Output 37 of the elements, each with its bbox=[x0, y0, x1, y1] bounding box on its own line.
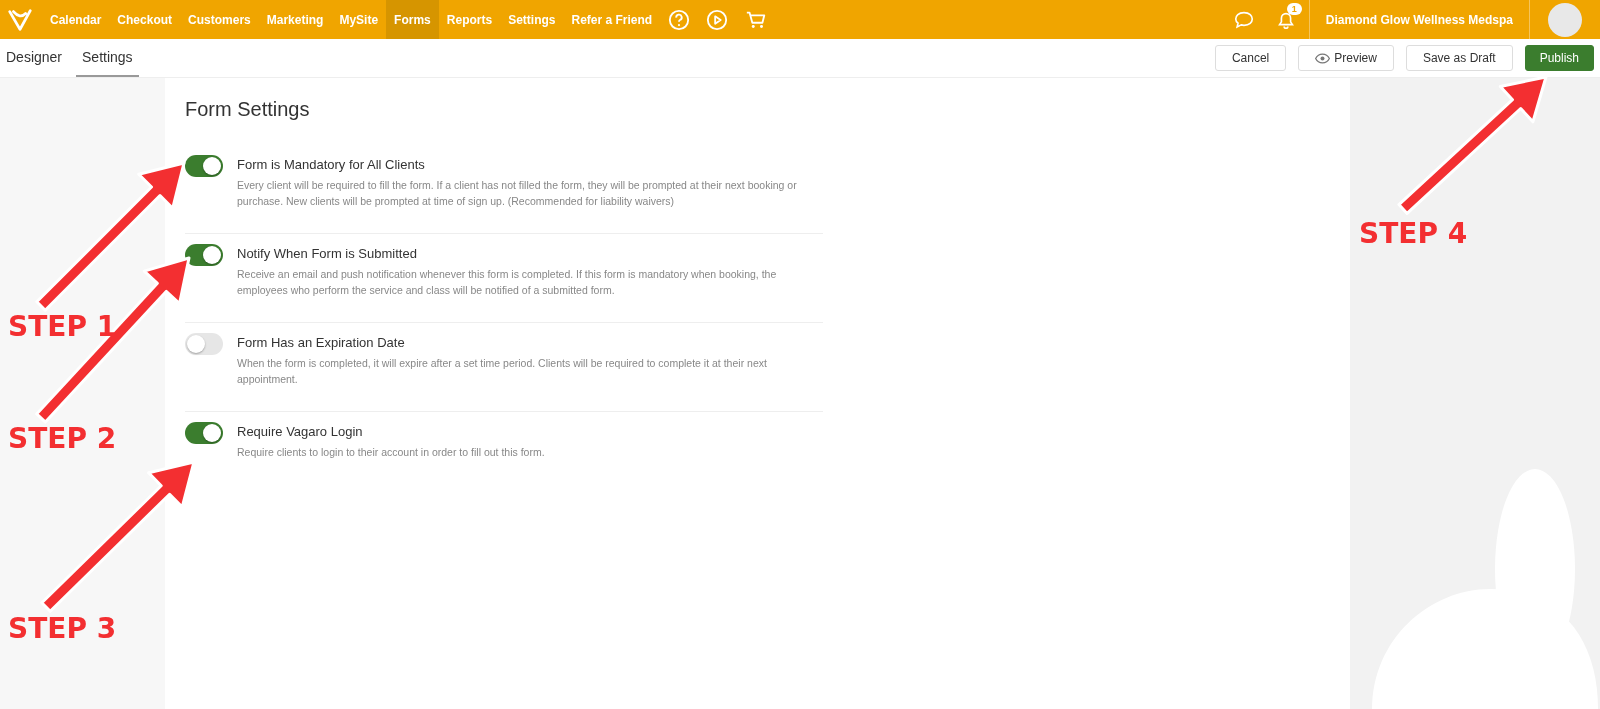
toggle-switch[interactable] bbox=[185, 244, 223, 266]
play-icon[interactable] bbox=[706, 8, 729, 31]
toggle-switch[interactable] bbox=[185, 333, 223, 355]
option-title: Notify When Form is Submitted bbox=[237, 246, 418, 261]
step-label: STEP 4 bbox=[1359, 217, 1468, 250]
option-description: When the form is completed, it will expire after a set time period. Clients will be required to complete it at their next appointment. bbox=[237, 356, 768, 387]
business-name[interactable]: Diamond Glow Wellness Medspa bbox=[1308, 0, 1530, 39]
nav-item[interactable]: Forms bbox=[386, 0, 439, 39]
option-title: Form Has an Expiration Date bbox=[237, 335, 406, 350]
section-title: Form Settings bbox=[185, 98, 311, 121]
nav-item[interactable]: Settings bbox=[500, 0, 564, 39]
help-icon[interactable] bbox=[668, 8, 691, 31]
action-button[interactable]: Save as Draft bbox=[1405, 45, 1513, 71]
nav-item[interactable]: MySite bbox=[331, 0, 387, 39]
option-title: Form is Mandatory for All Clients bbox=[237, 157, 426, 172]
nav-item[interactable]: Reports bbox=[438, 0, 501, 39]
option-description: Every client will be required to fill the form. If a client has not filled the form, they will be prompted at their next booking or purchase. New clients will be prompted at time of sign up. (Recommended for liability waivers) bbox=[237, 178, 798, 209]
preview-button[interactable]: Preview bbox=[1298, 45, 1394, 71]
nav-item[interactable]: Checkout bbox=[109, 0, 181, 39]
notification-badge: 1 bbox=[1286, 3, 1302, 15]
tab[interactable]: Designer bbox=[0, 39, 69, 77]
action-button[interactable]: Cancel bbox=[1214, 45, 1287, 71]
nav-item[interactable]: Calendar bbox=[42, 0, 110, 39]
option-description: Receive an email and push notification whenever this form is completed. If this form is mandatory when booking, the employees who perform the service and class will be notified of a submitted form. bbox=[237, 267, 778, 298]
step-label: STEP 1 bbox=[8, 310, 117, 343]
nav-item[interactable]: Customers bbox=[180, 0, 259, 39]
avatar-icon[interactable] bbox=[1548, 2, 1582, 37]
nav-item[interactable]: Marketing bbox=[258, 0, 332, 39]
publish-button[interactable]: Publish bbox=[1524, 45, 1594, 71]
option-title: Require Vagaro Login bbox=[237, 424, 364, 439]
step-label: STEP 2 bbox=[8, 422, 117, 455]
toggle-switch[interactable] bbox=[185, 155, 223, 177]
nav-item[interactable]: Refer a Friend bbox=[563, 0, 661, 39]
option-description: Require clients to login to their account in order to fill out this form. bbox=[237, 445, 546, 460]
toggle-switch[interactable] bbox=[185, 422, 223, 444]
eye-icon bbox=[1315, 50, 1331, 66]
step-label: STEP 3 bbox=[8, 612, 117, 645]
